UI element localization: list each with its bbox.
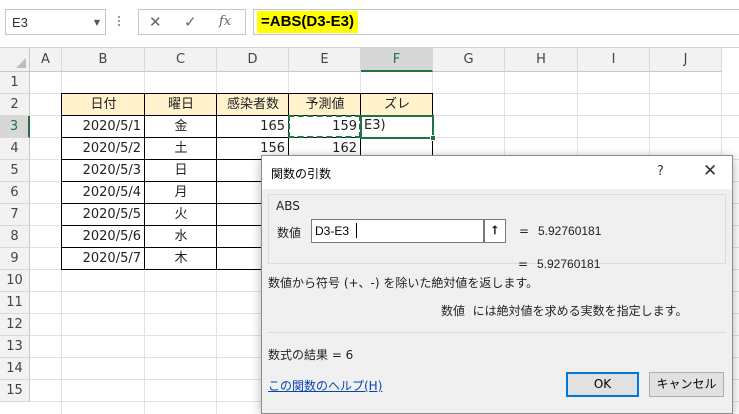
column-header-c[interactable]: C xyxy=(145,48,217,72)
help-icon[interactable]: ? xyxy=(657,164,664,179)
argument-equals: = xyxy=(519,224,530,238)
text-caret xyxy=(356,223,357,238)
table-cell-border xyxy=(61,203,145,226)
argument-input[interactable]: D3-E3 xyxy=(311,219,484,243)
table-cell-border xyxy=(144,115,217,138)
formula-result: 数式の結果 = 6 xyxy=(268,348,354,362)
column-header-b[interactable]: B xyxy=(62,48,145,72)
insert-function-icon[interactable]: fx xyxy=(219,14,231,29)
table-cell-border xyxy=(360,93,433,116)
table-cell-border xyxy=(144,203,217,226)
table-cell-border xyxy=(144,137,217,160)
table-cell-border xyxy=(61,247,145,270)
formula-text: =ABS(D3-E3) xyxy=(257,11,358,33)
column-header-d[interactable]: D xyxy=(217,48,289,72)
function-arguments-dialog: 関数の引数 ? ✕ ABS 数値 D3-E3 ⭡ = 5.92760181 = … xyxy=(261,155,733,414)
table-cell-border xyxy=(61,115,145,138)
table-cell-border xyxy=(144,93,217,116)
table-cell-border xyxy=(216,115,289,138)
function-description: 数値から符号 (+、-) を除いた絶対値を返します。 xyxy=(268,276,539,290)
argument-result: 5.92760181 xyxy=(538,224,602,238)
argument-description-name: 数値 xyxy=(441,304,466,318)
collapse-dialog-icon[interactable]: ⭡ xyxy=(484,219,506,243)
row-header-9[interactable]: 9 xyxy=(0,248,30,270)
row-header-15[interactable]: 15 xyxy=(0,380,30,402)
argument-label: 数値 xyxy=(277,226,302,240)
table-cell-border xyxy=(61,159,145,182)
resize-handle-icon[interactable] xyxy=(116,14,122,30)
row-header-11[interactable]: 11 xyxy=(0,292,30,314)
column-header-a[interactable]: A xyxy=(30,48,62,72)
table-cell-border xyxy=(144,181,217,204)
row-header-10[interactable]: 10 xyxy=(0,270,30,292)
row-header-7[interactable]: 7 xyxy=(0,204,30,226)
table-cell-border xyxy=(61,225,145,248)
row-header-4[interactable]: 4 xyxy=(0,138,30,160)
name-box-value: E3 xyxy=(12,15,28,30)
name-box-dropdown-icon[interactable]: ▼ xyxy=(94,18,100,27)
row-header-14[interactable]: 14 xyxy=(0,358,30,380)
name-box[interactable]: E3 ▼ xyxy=(5,9,106,35)
row-header-3[interactable]: 3 xyxy=(0,116,30,138)
row-header-8[interactable]: 8 xyxy=(0,226,30,248)
function-help-link[interactable]: この関数のヘルプ(H) xyxy=(268,377,382,394)
table-cell-border xyxy=(288,93,361,116)
column-header-g[interactable]: G xyxy=(433,48,505,72)
select-all-corner[interactable] xyxy=(0,48,30,72)
table-cell-border xyxy=(61,181,145,204)
divider xyxy=(268,332,726,333)
fill-handle[interactable] xyxy=(430,135,436,141)
table-cell-border xyxy=(144,225,217,248)
table-cell-border xyxy=(144,247,217,270)
function-result: 5.92760181 xyxy=(537,257,601,271)
editing-cell-text: E3) xyxy=(364,118,386,133)
cancel-button[interactable]: キャンセル xyxy=(649,372,724,397)
dialog-title: 関数の引数 xyxy=(271,167,332,181)
function-group: ABS 数値 D3-E3 ⭡ = 5.92760181 xyxy=(268,194,726,264)
dialog-title-bar[interactable]: 関数の引数 ? ✕ xyxy=(262,156,732,189)
row-header-1[interactable]: 1 xyxy=(0,72,30,94)
cancel-formula-icon[interactable]: ✕ xyxy=(149,13,162,31)
column-header-f[interactable]: F xyxy=(361,48,433,72)
function-equals: = xyxy=(518,257,529,271)
enter-formula-icon[interactable]: ✓ xyxy=(184,13,197,31)
close-icon[interactable]: ✕ xyxy=(703,161,717,181)
table-cell-border xyxy=(144,159,217,182)
formula-buttons: ✕ ✓ fx xyxy=(138,9,246,35)
argument-description: 数値 には絶対値を求める実数を指定します。 xyxy=(441,302,687,319)
formula-input[interactable]: =ABS(D3-E3) xyxy=(253,9,739,35)
function-name: ABS xyxy=(276,199,300,213)
ok-button[interactable]: OK xyxy=(566,372,639,397)
column-header-j[interactable]: J xyxy=(650,48,722,72)
column-header-h[interactable]: H xyxy=(505,48,578,72)
table-cell-border xyxy=(61,93,145,116)
table-cell-border xyxy=(216,93,289,116)
row-header-2[interactable]: 2 xyxy=(0,94,30,116)
column-header-i[interactable]: I xyxy=(578,48,650,72)
row-header-6[interactable]: 6 xyxy=(0,182,30,204)
row-header-13[interactable]: 13 xyxy=(0,336,30,358)
column-header-e[interactable]: E xyxy=(289,48,361,72)
table-cell-border xyxy=(61,137,145,160)
reference-cell-highlight xyxy=(288,115,361,138)
row-header-5[interactable]: 5 xyxy=(0,160,30,182)
row-header-12[interactable]: 12 xyxy=(0,314,30,336)
argument-description-text: には絶対値を求める実数を指定します。 xyxy=(472,304,688,318)
formula-bar: E3 ▼ ✕ ✓ fx =ABS(D3-E3) xyxy=(0,0,739,48)
editing-cell[interactable]: E3) xyxy=(360,115,436,141)
